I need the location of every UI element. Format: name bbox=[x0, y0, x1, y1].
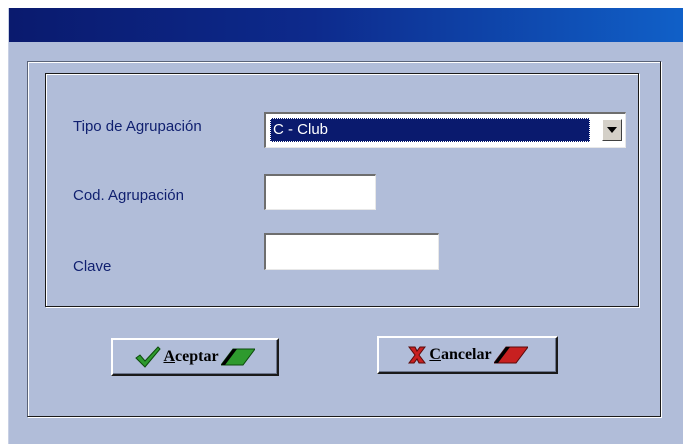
accept-label-rest: ceptar bbox=[175, 348, 219, 365]
cancel-label-mnemonic: C bbox=[429, 346, 441, 363]
chevron-down-icon bbox=[607, 127, 617, 133]
dropdown-button[interactable] bbox=[602, 119, 622, 141]
accept-label: Aceptar bbox=[163, 348, 218, 366]
tipo-agrupacion-value: C - Club bbox=[270, 118, 590, 142]
red-arrow-icon bbox=[493, 346, 528, 364]
green-arrow-icon bbox=[220, 348, 255, 366]
cancel-label: Cancelar bbox=[429, 346, 491, 364]
cancel-button[interactable]: Cancelar bbox=[377, 336, 558, 374]
cancel-label-rest: ancelar bbox=[440, 346, 492, 363]
tipo-agrupacion-label: Tipo de Agrupación bbox=[73, 118, 202, 135]
cod-agrupacion-field[interactable] bbox=[264, 174, 376, 210]
accept-button[interactable]: Aceptar bbox=[111, 338, 279, 376]
accept-label-mnemonic: A bbox=[163, 348, 176, 365]
title-bar[interactable] bbox=[9, 8, 683, 42]
tipo-agrupacion-select[interactable]: C - Club bbox=[264, 112, 626, 148]
x-mark-icon bbox=[408, 346, 427, 364]
cod-agrupacion-label: Cod. Agrupación bbox=[73, 187, 184, 204]
clave-field[interactable] bbox=[264, 233, 439, 270]
checkmark-icon bbox=[135, 346, 162, 368]
clave-label: Clave bbox=[73, 258, 112, 275]
